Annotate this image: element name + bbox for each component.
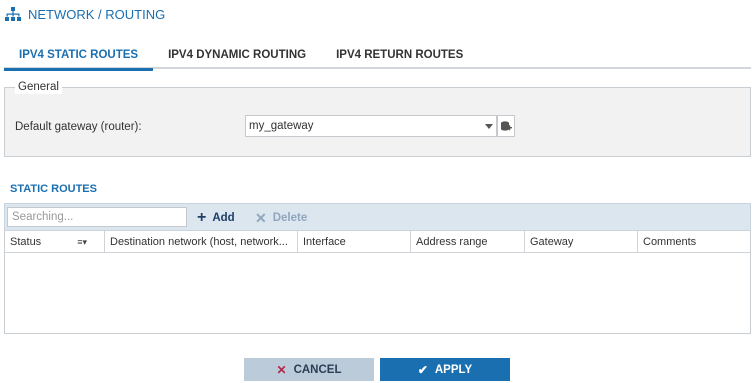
column-header-gateway[interactable]: Gateway xyxy=(525,231,638,253)
delete-button[interactable]: ✕ Delete xyxy=(255,209,307,226)
plus-icon: + xyxy=(197,208,207,226)
tab-bar: IPV4 STATIC ROUTES IPV4 DYNAMIC ROUTING … xyxy=(4,40,751,71)
cancel-label: CANCEL xyxy=(293,363,342,376)
gateway-object-button[interactable] xyxy=(497,115,515,137)
apply-label: APPLY xyxy=(434,363,473,376)
database-add-icon xyxy=(501,120,512,131)
gateway-dropdown-button[interactable] xyxy=(482,115,497,137)
column-header-destination[interactable]: Destination network (host, network... xyxy=(105,231,298,253)
default-gateway-value: my_gateway xyxy=(249,120,314,132)
grid-header: Status ≡▾ Destination network (host, net… xyxy=(5,231,750,253)
page-title: NETWORK / ROUTING xyxy=(28,6,166,22)
add-button[interactable]: + Add xyxy=(197,209,235,226)
add-label: Add xyxy=(212,211,235,224)
close-icon: ✕ xyxy=(276,362,287,377)
tab-ipv4-return-routes[interactable]: IPV4 RETURN ROUTES xyxy=(321,40,478,69)
general-legend: General xyxy=(15,81,62,94)
static-routes-title: STATIC ROUTES xyxy=(10,183,97,195)
column-header-comments[interactable]: Comments xyxy=(638,231,750,253)
default-gateway-select[interactable]: my_gateway xyxy=(245,115,483,137)
check-icon: ✔ xyxy=(417,362,428,377)
sort-icon[interactable]: ≡▾ xyxy=(77,237,87,248)
network-icon xyxy=(5,7,21,21)
tab-ipv4-static-routes[interactable]: IPV4 STATIC ROUTES xyxy=(4,40,154,71)
static-routes-grid: Status ≡▾ Destination network (host, net… xyxy=(4,231,751,334)
chevron-down-icon xyxy=(485,123,493,129)
column-header-interface[interactable]: Interface xyxy=(298,231,411,253)
cancel-button[interactable]: ✕ CANCEL xyxy=(244,358,374,381)
default-gateway-label: Default gateway (router): xyxy=(15,121,142,133)
search-input[interactable] xyxy=(7,207,187,227)
page-header: NETWORK / ROUTING xyxy=(5,6,165,22)
column-header-address-range[interactable]: Address range xyxy=(411,231,525,253)
column-header-status[interactable]: Status ≡▾ xyxy=(5,231,105,253)
static-routes-toolbar: + Add ✕ Delete xyxy=(4,203,751,231)
apply-button[interactable]: ✔ APPLY xyxy=(380,358,510,381)
close-icon: ✕ xyxy=(255,209,267,226)
delete-label: Delete xyxy=(272,211,308,224)
tab-ipv4-dynamic-routing[interactable]: IPV4 DYNAMIC ROUTING xyxy=(153,40,321,69)
general-panel: General Default gateway (router): my_gat… xyxy=(4,81,751,157)
